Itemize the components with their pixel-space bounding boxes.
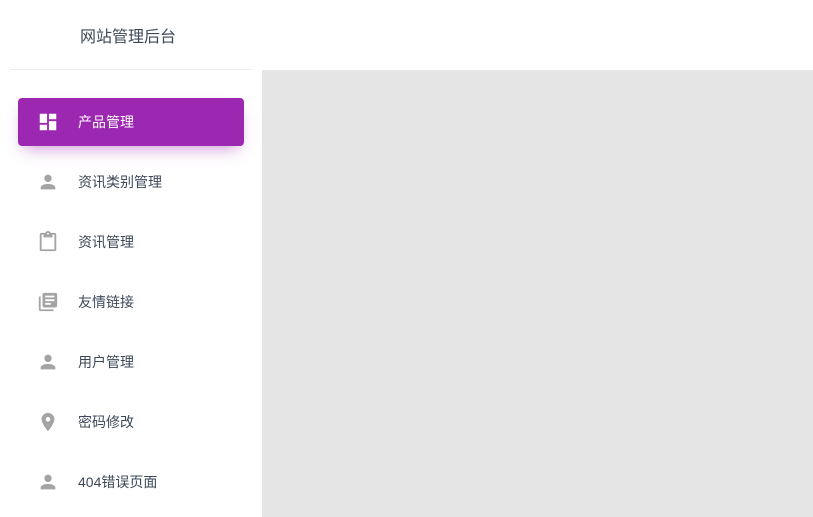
- location-icon: [36, 410, 60, 434]
- library-icon: [36, 290, 60, 314]
- nav-item-news-category[interactable]: 资讯类别管理: [18, 158, 244, 206]
- nav-label: 用户管理: [78, 352, 134, 372]
- nav-label: 资讯类别管理: [78, 172, 162, 192]
- person-icon: [36, 170, 60, 194]
- nav-item-404-error-page[interactable]: 404错误页面: [18, 458, 244, 506]
- nav-label: 密码修改: [78, 412, 134, 432]
- nav-label: 产品管理: [78, 112, 134, 132]
- main-content: [262, 70, 813, 517]
- nav-item-change-password[interactable]: 密码修改: [18, 398, 244, 446]
- person-icon: [36, 470, 60, 494]
- nav-label: 404错误页面: [78, 472, 157, 492]
- nav-item-news-management[interactable]: 资讯管理: [18, 218, 244, 266]
- dashboard-icon: [36, 110, 60, 134]
- nav-label: 友情链接: [78, 292, 134, 312]
- nav-item-friend-links[interactable]: 友情链接: [18, 278, 244, 326]
- sidebar-header: 网站管理后台: [10, 0, 252, 70]
- clipboard-icon: [36, 230, 60, 254]
- nav-item-user-management[interactable]: 用户管理: [18, 338, 244, 386]
- sidebar: 网站管理后台 产品管理 资讯类别管理 资讯管理 友情链接: [0, 0, 262, 517]
- app-title: 网站管理后台: [80, 23, 176, 47]
- sidebar-nav: 产品管理 资讯类别管理 资讯管理 友情链接 用户管理: [0, 70, 262, 506]
- person-icon: [36, 350, 60, 374]
- nav-item-product-management[interactable]: 产品管理: [18, 98, 244, 146]
- topbar: [262, 0, 813, 70]
- nav-label: 资讯管理: [78, 232, 134, 252]
